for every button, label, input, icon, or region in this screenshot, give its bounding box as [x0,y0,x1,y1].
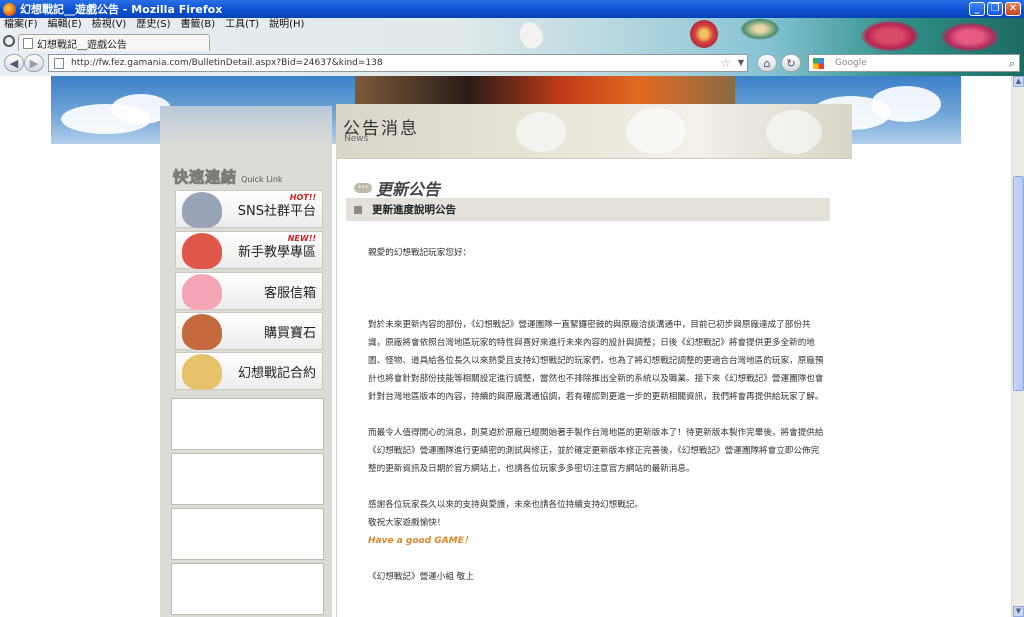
tab-strip: 幻想戰記__遊戲公告 [0,33,1024,51]
url-text: http://fw.fez.gamania.com/BulletinDetail… [71,58,383,68]
quick-link-heading: 快速連結 Quick Link [172,166,283,187]
quick-link-buy-gems[interactable]: 購買寶石 [175,312,323,350]
sidebar-empty-box [171,563,324,615]
character-portrait [182,233,222,269]
character-portrait [182,274,222,310]
menu-view[interactable]: 檢視(V) [92,18,127,32]
search-bar[interactable]: Google ⌕ [808,54,1020,72]
url-dropdown-icon[interactable]: ▼ [738,58,744,67]
quick-link-label: 幻想戰記合約 [237,365,316,381]
article-salutation: 親愛的幻想戰記玩家您好： [368,248,472,258]
quick-link-title: 快速連結 [172,168,238,187]
page-viewport: 公告消息 News 快速連結 Quick Link HOT!! SNS社群平台 … [0,76,1011,617]
bookmark-star-icon[interactable]: ☆ [720,56,731,70]
firefox-icon [3,2,16,16]
quick-link-subtitle: Quick Link [241,175,283,184]
sidebar-empty-box [171,398,324,450]
scroll-down-icon[interactable]: ▼ [1013,606,1024,617]
menu-tools[interactable]: 工具(T) [225,18,259,32]
forward-arrow-icon: ▶ [29,56,39,70]
minimize-button[interactable]: _ [969,2,985,16]
hot-badge: HOT!! [289,193,316,202]
news-subtitle: News [344,134,369,144]
quick-link-contract[interactable]: 幻想戰記合約 [175,352,323,390]
subject-bar: 更新進度說明公告 [346,198,830,221]
quick-link-sns[interactable]: HOT!! SNS社群平台 [175,190,323,228]
reload-icon: ↻ [786,56,796,70]
quick-link-label: 新手教學專區 [237,244,316,260]
sidebar-top-ornament [160,106,332,146]
menu-history[interactable]: 歷史(S) [136,18,170,32]
article-greeting: Have a good GAME！ [368,536,473,546]
scroll-up-icon[interactable]: ▲ [1013,76,1024,87]
article-thanks: 感謝各位玩家長久以來的支持與愛護，未來也請各位持續支持幻想戰記。 [368,500,644,510]
navigation-toolbar: ◀ ▶ http://fw.fez.gamania.com/BulletinDe… [0,52,1024,74]
scrollbar-thumb[interactable] [1013,176,1024,391]
article-body: 親愛的幻想戰記玩家您好： 對於未來更新內容的部份，《幻想戰記》營運團隊一直緊鑼密… [368,244,826,586]
sidebar-empty-box [171,453,324,505]
article-signature: 《幻想戰記》營運小組 敬上 [368,572,474,582]
window-titlebar: 幻想戰記__遊戲公告 - Mozilla Firefox _ ❐ ✕ [0,0,1024,18]
quick-link-tutorial[interactable]: NEW!! 新手教學專區 [175,231,323,269]
maximize-button[interactable]: ❐ [987,2,1003,16]
window-controls: _ ❐ ✕ [969,2,1021,16]
forward-button[interactable]: ▶ [24,54,44,72]
home-button[interactable]: ⌂ [757,54,777,72]
search-icon[interactable]: ⌕ [1009,57,1015,71]
section-heading: ••• 更新公告 [354,176,440,200]
quick-link-label: 購買寶石 [263,325,316,341]
menu-bookmarks[interactable]: 書籤(B) [181,18,216,32]
search-placeholder: Google [835,58,867,68]
sidebar-empty-box [171,508,324,560]
quick-link-support-mail[interactable]: 客服信箱 [175,272,323,310]
google-icon [813,58,824,69]
menu-help[interactable]: 說明(H) [269,18,304,32]
close-button[interactable]: ✕ [1005,2,1021,16]
article-paragraph-2: 而最令人值得開心的消息，則莫過於原廠已經開始著手製作台灣地區的更新版本了！待更新… [368,428,824,474]
browser-tab[interactable]: 幻想戰記__遊戲公告 [18,34,210,51]
back-button[interactable]: ◀ [4,54,24,72]
quick-link-label: 客服信箱 [263,285,316,301]
menu-bar: 檔案(F) 編輯(E) 檢視(V) 歷史(S) 書籤(B) 工具(T) 說明(H… [0,18,304,32]
home-icon: ⌂ [763,56,771,70]
menu-file[interactable]: 檔案(F) [4,18,38,32]
article-paragraph-1: 對於未來更新內容的部份，《幻想戰記》營運團隊一直緊鑼密鼓的與原廠洽談溝通中，目前… [368,320,824,402]
speech-bubble-icon: ••• [354,183,372,193]
character-portrait [182,354,222,390]
new-badge: NEW!! [287,234,316,243]
article-wish: 敬祝大家遊戲愉快！ [368,518,446,528]
vertical-scrollbar[interactable]: ▲ ▼ [1011,76,1024,617]
square-bullet-icon [354,205,362,214]
back-arrow-icon: ◀ [9,56,19,70]
address-bar[interactable]: http://fw.fez.gamania.com/BulletinDetail… [48,54,748,72]
subject-title: 更新進度說明公告 [372,204,456,216]
character-portrait [182,192,222,228]
tab-title: 幻想戰記__遊戲公告 [37,39,127,51]
character-portrait [182,314,222,350]
history-icon[interactable] [3,35,15,47]
quick-link-label: SNS社群平台 [237,203,316,219]
window-title: 幻想戰記__遊戲公告 - Mozilla Firefox [20,3,223,16]
reload-button[interactable]: ↻ [781,54,801,72]
header-character-art [355,76,735,104]
page-icon [23,37,33,49]
site-icon [54,58,64,69]
section-title: 更新公告 [376,180,441,199]
menu-edit[interactable]: 編輯(E) [48,18,82,32]
